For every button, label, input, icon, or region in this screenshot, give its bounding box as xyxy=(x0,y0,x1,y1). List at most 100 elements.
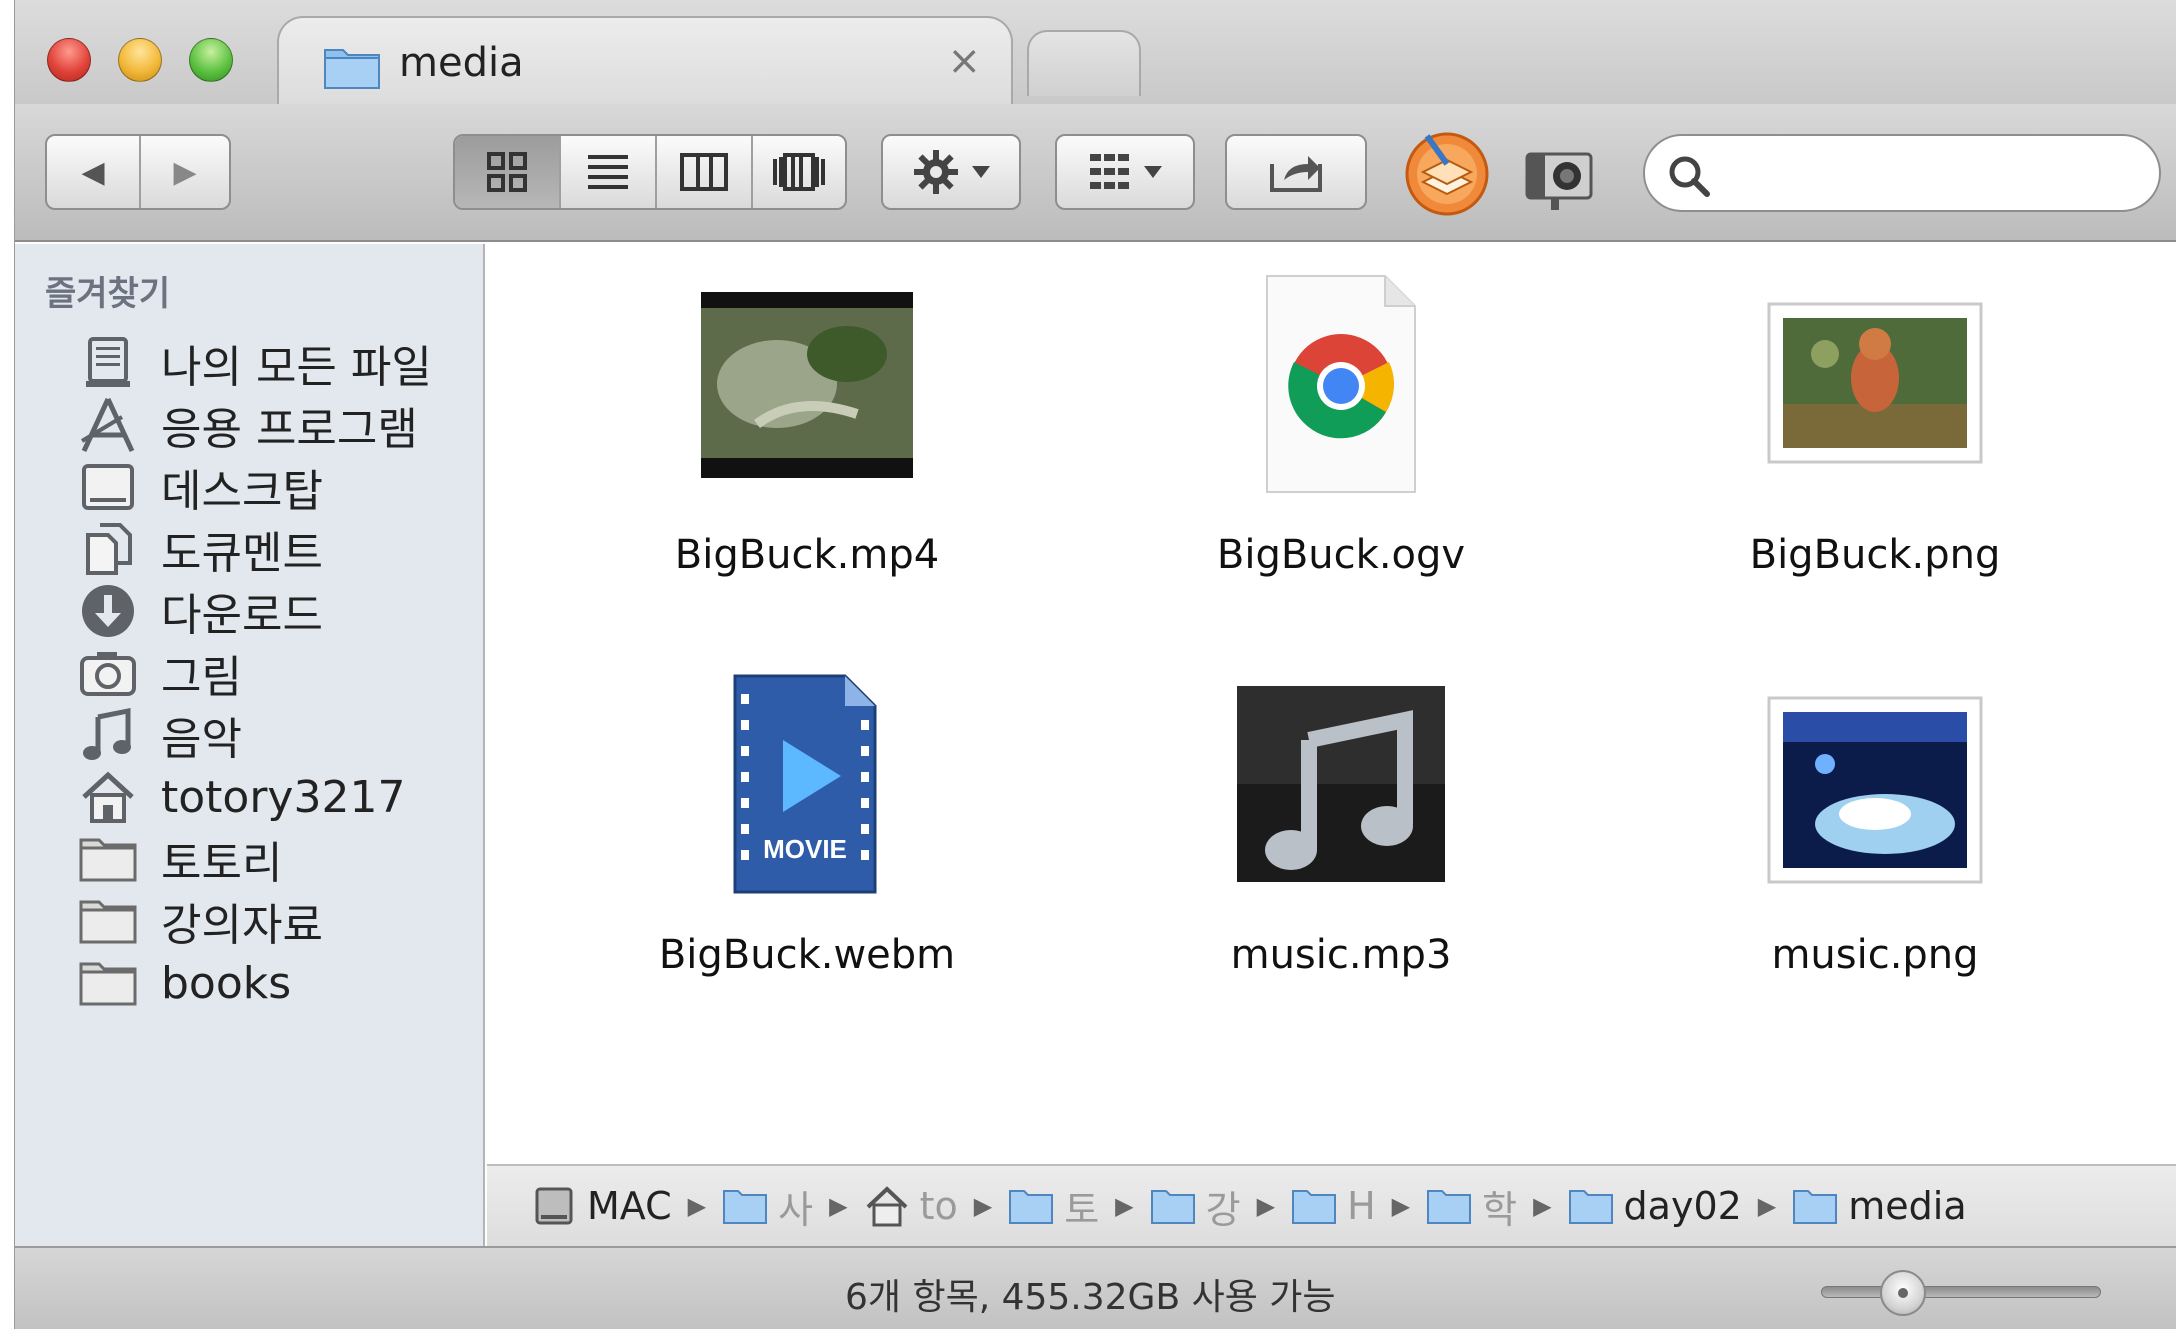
search-icon xyxy=(1669,156,1710,197)
sidebar-item-folder-books[interactable]: books xyxy=(75,948,291,1018)
sidebar-item-pictures[interactable]: 그림 xyxy=(75,638,242,708)
file-name: music.png xyxy=(1771,932,1979,978)
action-menu-button[interactable] xyxy=(881,134,1021,210)
file-name: music.mp3 xyxy=(1230,932,1452,978)
users-folder-icon xyxy=(723,1190,768,1224)
sidebar-item-applications[interactable]: 응용 프로그램 xyxy=(75,390,418,460)
path-crumb[interactable]: 토 xyxy=(1008,1179,1099,1234)
path-crumb-label: day02 xyxy=(1623,1184,1742,1228)
path-separator-icon: ▶ xyxy=(1115,1192,1134,1220)
path-crumb[interactable]: 사 xyxy=(722,1179,813,1234)
view-mode-control xyxy=(453,134,847,210)
file-item[interactable]: music.mp3 xyxy=(1171,674,1511,978)
applications-icon xyxy=(75,392,141,458)
forward-button[interactable]: ▶ xyxy=(139,136,229,208)
list-view-button[interactable] xyxy=(559,136,655,208)
folder-icon xyxy=(1427,1190,1472,1224)
sidebar-item-downloads[interactable]: 다운로드 xyxy=(75,576,323,646)
sidebar-item-folder-totori[interactable]: 토토리 xyxy=(75,824,282,894)
path-crumb[interactable]: MAC xyxy=(531,1184,672,1228)
back-forward-control: ◀ ▶ xyxy=(45,134,231,210)
share-button[interactable] xyxy=(1225,134,1367,210)
forward-arrow-icon: ▶ xyxy=(173,154,197,190)
path-crumb[interactable]: 학 xyxy=(1426,1179,1517,1234)
pictures-icon xyxy=(75,640,141,706)
column-view-button[interactable] xyxy=(655,136,751,208)
sidebar-item-label: 다운로드 xyxy=(161,590,323,641)
path-crumb-label: 사 xyxy=(778,1187,814,1232)
file-item[interactable]: BigBuck.mp4 xyxy=(637,274,977,578)
cover-flow-icon xyxy=(773,153,825,191)
sidebar-item-label: 데스크탑 xyxy=(161,466,323,517)
music-icon xyxy=(75,702,141,768)
path-crumb-label: H xyxy=(1347,1184,1376,1228)
tab-media[interactable]: media × xyxy=(277,16,1013,106)
path-crumb-label: media xyxy=(1848,1184,1967,1228)
folder-icon xyxy=(1793,1190,1838,1224)
image-thumbnail-icon xyxy=(1765,274,1985,494)
new-tab-button[interactable] xyxy=(1027,30,1141,96)
path-separator-icon: ▶ xyxy=(973,1192,993,1220)
zoom-window-button[interactable] xyxy=(189,38,233,82)
back-arrow-icon: ◀ xyxy=(81,154,105,190)
chevron-down-icon xyxy=(1144,166,1162,178)
file-name: BigBuck.ogv xyxy=(1216,532,1466,578)
path-crumb-label: MAC xyxy=(587,1184,672,1228)
documents-icon xyxy=(75,516,141,582)
stacks-app-icon[interactable] xyxy=(1401,126,1493,218)
camera-app-icon[interactable] xyxy=(1521,138,1597,214)
file-item[interactable]: BigBuck.png xyxy=(1705,274,2045,578)
icon-view-button[interactable] xyxy=(455,136,559,208)
search-input[interactable] xyxy=(1725,148,2125,198)
toolbar: ◀ ▶ xyxy=(15,104,2176,242)
path-crumb[interactable]: H xyxy=(1291,1184,1376,1228)
sidebar-item-label: 강의자료 xyxy=(161,900,323,951)
path-separator-icon: ▶ xyxy=(1757,1192,1777,1220)
tab-bar: media × xyxy=(15,0,2176,106)
sidebar-item-music[interactable]: 음악 xyxy=(75,700,242,770)
sidebar-item-home[interactable]: totory3217 xyxy=(75,762,405,832)
close-window-button[interactable] xyxy=(47,38,91,82)
folder-icon xyxy=(1292,1190,1337,1224)
path-separator-icon: ▶ xyxy=(1391,1192,1411,1220)
file-item[interactable]: BigBuck.ogv xyxy=(1171,274,1511,578)
folder-icon xyxy=(75,950,141,1016)
grid-arrange-icon xyxy=(1090,154,1129,189)
path-crumb[interactable]: day02 xyxy=(1568,1184,1742,1228)
tab-title: media xyxy=(399,40,524,86)
folder-icon xyxy=(75,826,141,892)
sidebar-item-all-files[interactable]: 나의 모든 파일 xyxy=(75,328,432,398)
file-item[interactable]: MOVIE BigBuck.webm xyxy=(637,674,977,978)
sidebar-item-documents[interactable]: 도큐멘트 xyxy=(75,514,323,584)
home-icon xyxy=(75,764,141,830)
back-button[interactable]: ◀ xyxy=(47,136,139,208)
file-name: BigBuck.webm xyxy=(658,932,956,978)
finder-window: media × ◀ ▶ 즐겨찾기 나의 모든 파일 응용 프로그램 데스크탑 도… xyxy=(14,0,2176,1329)
search-field[interactable] xyxy=(1643,134,2161,212)
tab-close-icon[interactable]: × xyxy=(947,38,981,84)
chrome-document-icon xyxy=(1231,274,1451,494)
chevron-down-icon xyxy=(972,166,990,178)
sidebar-heading: 즐겨찾기 xyxy=(45,274,171,314)
status-text: 6개 항목, 455.32GB 사용 가능 xyxy=(845,1277,1336,1318)
folder-icon xyxy=(1009,1190,1054,1224)
list-view-icon xyxy=(588,155,628,189)
file-item[interactable]: music.png xyxy=(1705,674,2045,978)
gear-icon xyxy=(914,150,958,194)
file-grid: BigBuck.mp4 BigBuck.ogv BigBuck.png MOVI… xyxy=(487,244,2176,1164)
arrange-menu-button[interactable] xyxy=(1055,134,1195,210)
path-crumb[interactable]: media xyxy=(1792,1184,1967,1228)
sidebar-item-label: 그림 xyxy=(161,652,242,703)
minimize-window-button[interactable] xyxy=(118,38,162,82)
icon-size-slider-knob[interactable] xyxy=(1879,1270,1926,1316)
cover-flow-view-button[interactable] xyxy=(751,136,845,208)
path-crumb[interactable]: to xyxy=(864,1184,958,1228)
path-separator-icon: ▶ xyxy=(829,1192,848,1220)
sidebar-item-folder-lectures[interactable]: 강의자료 xyxy=(75,886,323,956)
video-thumbnail-icon xyxy=(697,274,917,494)
folder-icon xyxy=(1568,1190,1613,1224)
sidebar-item-desktop[interactable]: 데스크탑 xyxy=(75,452,323,522)
icon-size-slider[interactable] xyxy=(1821,1286,2101,1298)
path-crumb[interactable]: 강 xyxy=(1150,1179,1241,1234)
movie-document-icon: MOVIE xyxy=(697,674,917,894)
